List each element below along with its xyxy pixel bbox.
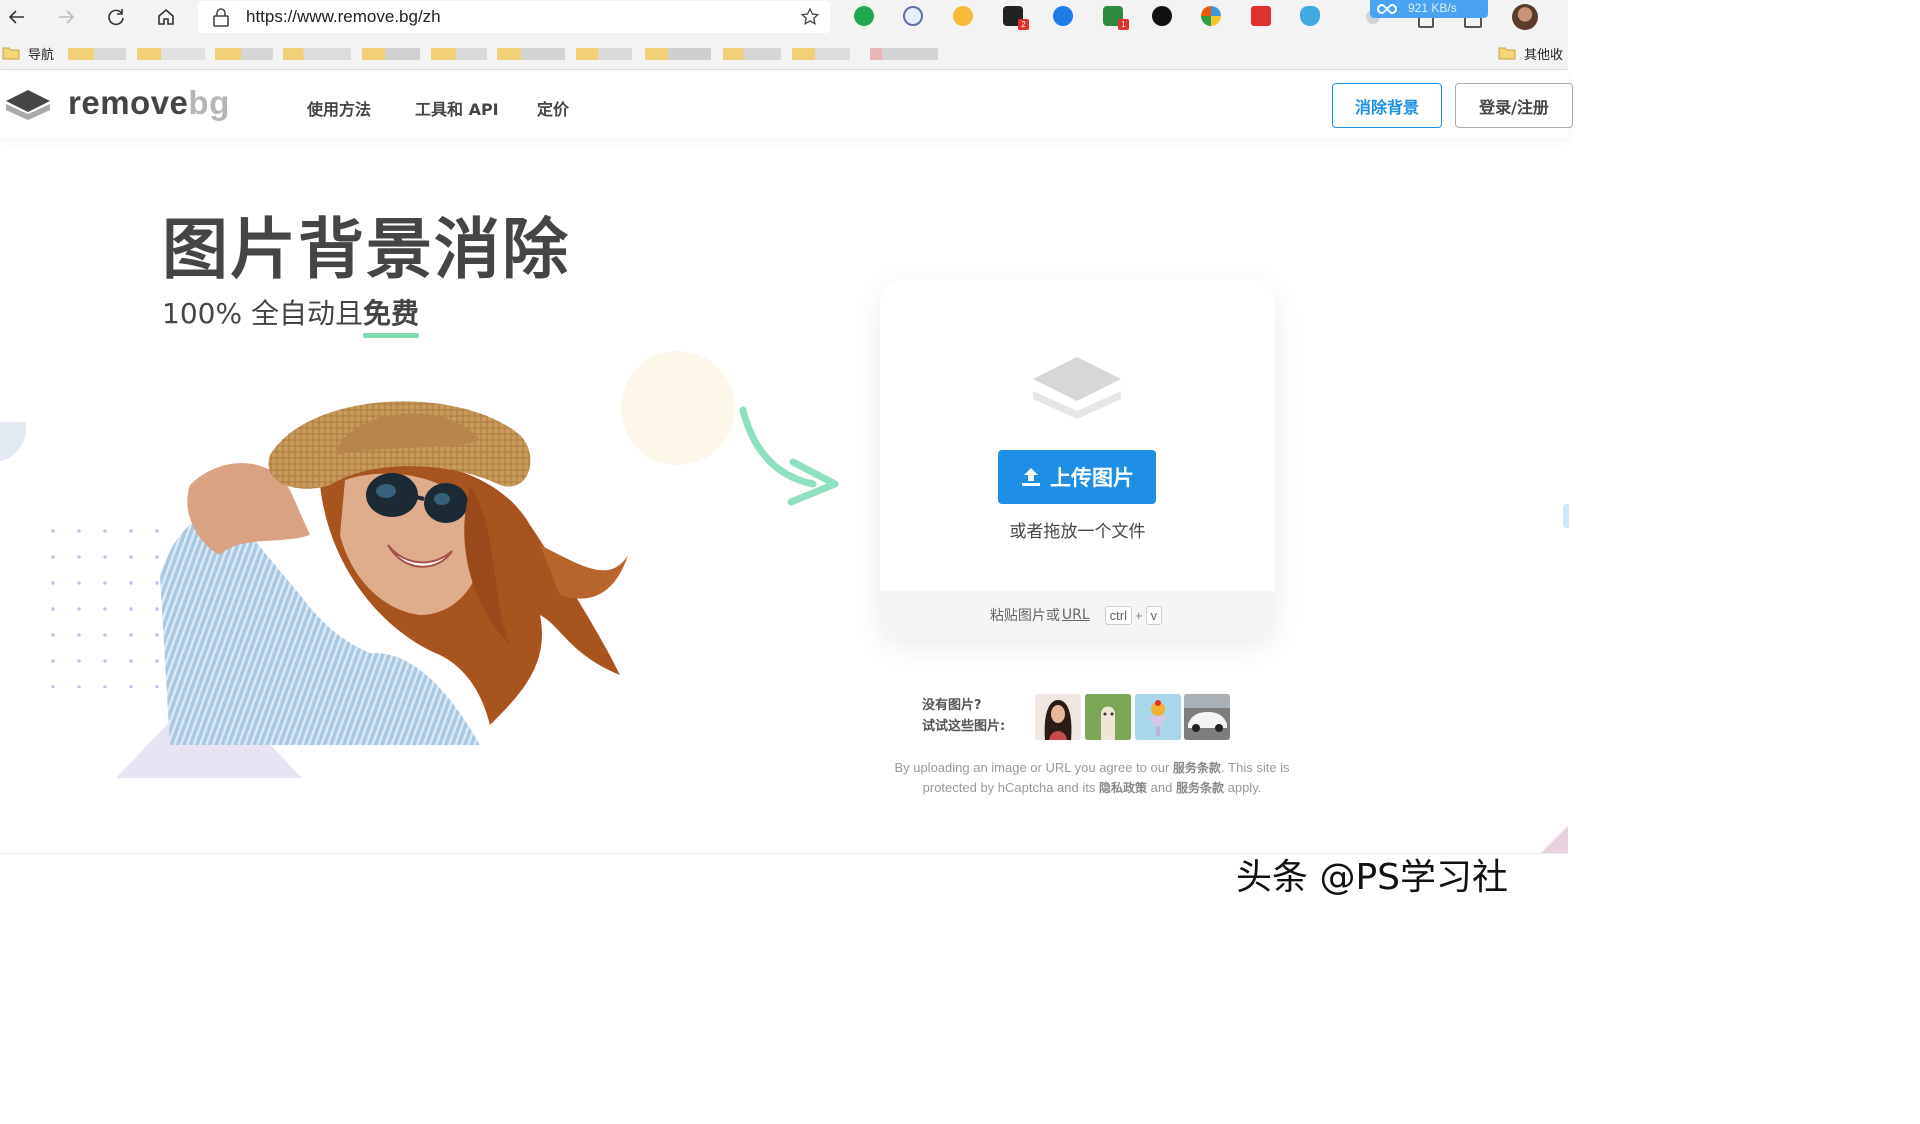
nav-tools-api[interactable]: 工具和 API	[415, 96, 499, 120]
folder-icon	[2, 47, 20, 60]
removebg-logo-icon[interactable]	[4, 86, 52, 126]
bookmarks-bar: 导航 其他收	[0, 36, 1568, 70]
compass-extension-icon[interactable]	[1152, 6, 1172, 26]
curved-arrow-icon	[739, 406, 839, 506]
upload-card[interactable]: 上传图片 或者拖放一个文件 粘贴图片或 URL ctrl + v	[880, 279, 1275, 639]
legal-notice: By uploading an image or URL you agree t…	[866, 758, 1318, 798]
download-speed-text: 921 KB/s	[1408, 1, 1457, 15]
hero-subtitle: 100% 全自动且 免费	[162, 292, 419, 338]
blurred-bookmark[interactable]	[215, 48, 273, 60]
forward-button[interactable]	[52, 4, 80, 30]
green-extension-icon[interactable]: 1	[1103, 6, 1129, 30]
try-these-text: 试试这些图片:	[922, 719, 1006, 734]
logo-bg-text: bg	[188, 84, 230, 121]
shield-extension-icon[interactable]	[1300, 6, 1320, 26]
evernote-extension-icon[interactable]	[854, 6, 874, 26]
bookmark-nav-folder[interactable]: 导航	[28, 44, 54, 63]
upload-button-label: 上传图片	[1050, 466, 1134, 490]
bookmark-other-folder[interactable]: 其他收	[1524, 44, 1563, 63]
layers-icon	[1033, 357, 1121, 419]
legal-text-3: and	[1150, 780, 1173, 795]
terms-link-2[interactable]: 服务条款	[1176, 781, 1224, 795]
back-button[interactable]	[3, 4, 31, 30]
lock-icon	[213, 8, 229, 27]
drop-file-text: 或者拖放一个文件	[1009, 522, 1146, 542]
sample-thumb-woman[interactable]	[1035, 694, 1081, 740]
back-arrow-icon	[8, 10, 24, 24]
nav-how-to-use[interactable]: 使用方法	[307, 96, 371, 120]
bookmark-star-icon[interactable]	[800, 7, 820, 27]
hero-subtitle-free: 免费	[362, 292, 419, 338]
upload-icon	[1022, 468, 1040, 486]
blurred-bookmark[interactable]	[723, 48, 781, 60]
reload-icon	[108, 9, 124, 26]
blurred-bookmark[interactable]	[431, 48, 487, 60]
blurred-bookmark[interactable]	[870, 48, 938, 60]
extension-badge: 2	[1018, 19, 1029, 30]
red-extension-icon[interactable]	[1251, 6, 1271, 26]
blue-c-extension-icon[interactable]	[1053, 6, 1073, 26]
blurred-bookmark[interactable]	[497, 48, 565, 60]
home-button[interactable]	[152, 4, 180, 30]
logo-wordmark[interactable]: removebg	[68, 84, 230, 122]
hero-title: 图片背景消除	[162, 211, 570, 288]
sample-images-label: 没有图片? 试试这些图片:	[922, 695, 1005, 737]
watermark-text: 头条 @PS学习社	[1236, 857, 1509, 898]
paste-url-link[interactable]: URL	[1062, 607, 1090, 623]
download-speed-badge: 921 KB/s	[1370, 0, 1488, 18]
blurred-bookmark[interactable]	[576, 48, 632, 60]
blurred-bookmark[interactable]	[645, 48, 711, 60]
home-icon	[158, 8, 174, 25]
paste-hint: 粘贴图片或 URL ctrl + v	[880, 591, 1275, 639]
sample-alpaca-image	[1085, 694, 1131, 740]
infinity-icon	[1377, 3, 1397, 15]
forward-arrow-icon	[59, 10, 75, 24]
side-feedback-tab[interactable]	[1563, 504, 1569, 528]
site-header: removebg 使用方法 工具和 API 定价 消除背景 登录/注册	[0, 72, 1573, 138]
url-text[interactable]: https://www.remove.bg/zh	[246, 7, 441, 27]
decorative-yellow-circle	[621, 351, 735, 465]
v-key: v	[1145, 605, 1163, 625]
browser-toolbar: https://www.remove.bg/zh 2 1 921 KB/s	[0, 0, 1568, 36]
paste-text: 粘贴图片或	[989, 608, 1060, 624]
decorative-dot-grid	[40, 518, 160, 688]
reload-button[interactable]	[102, 4, 130, 30]
ctrl-key: ctrl	[1104, 605, 1133, 625]
decorative-half-circle	[0, 422, 26, 462]
extension-badge: 1	[1118, 19, 1129, 30]
address-bar[interactable]: https://www.remove.bg/zh	[198, 1, 830, 33]
logo-remove-text: remove	[68, 84, 189, 121]
upload-image-button[interactable]: 上传图片	[998, 450, 1156, 504]
dark-square-extension-icon[interactable]: 2	[1003, 6, 1029, 30]
profile-avatar[interactable]	[1512, 4, 1538, 30]
blurred-bookmark[interactable]	[362, 48, 420, 60]
nav-pricing[interactable]: 定价	[537, 96, 569, 120]
sample-dessert-image	[1135, 694, 1181, 740]
legal-text-4: apply.	[1227, 780, 1262, 795]
sample-thumb-dessert[interactable]	[1135, 694, 1181, 740]
sample-thumb-alpaca[interactable]	[1085, 694, 1131, 740]
folder-icon	[1498, 47, 1516, 60]
plus-sign: +	[1135, 607, 1143, 623]
remove-background-button[interactable]: 消除背景	[1332, 83, 1442, 128]
glasses-extension-icon[interactable]	[903, 6, 923, 26]
blurred-bookmark[interactable]	[68, 48, 126, 60]
blurred-bookmark[interactable]	[137, 48, 205, 60]
hero-subtitle-prefix: 100% 全自动且	[162, 297, 363, 330]
sample-woman-image	[1044, 700, 1072, 740]
sample-thumb-car[interactable]	[1184, 694, 1230, 740]
decorative-corner-triangle	[1540, 826, 1568, 854]
sample-car-image	[1184, 694, 1230, 740]
no-image-text: 没有图片?	[922, 698, 982, 713]
hero-woman-photo	[160, 401, 628, 745]
terms-link-1[interactable]: 服务条款	[1173, 761, 1221, 775]
blurred-bookmark[interactable]	[283, 48, 351, 60]
legal-text-1: By uploading an image or URL you agree t…	[894, 760, 1170, 775]
colorful-extension-icon[interactable]	[1201, 6, 1221, 26]
blurred-bookmark[interactable]	[792, 48, 850, 60]
privacy-link[interactable]: 隐私政策	[1099, 781, 1147, 795]
login-register-button[interactable]: 登录/注册	[1455, 83, 1573, 128]
orange-extension-icon[interactable]	[953, 6, 973, 26]
